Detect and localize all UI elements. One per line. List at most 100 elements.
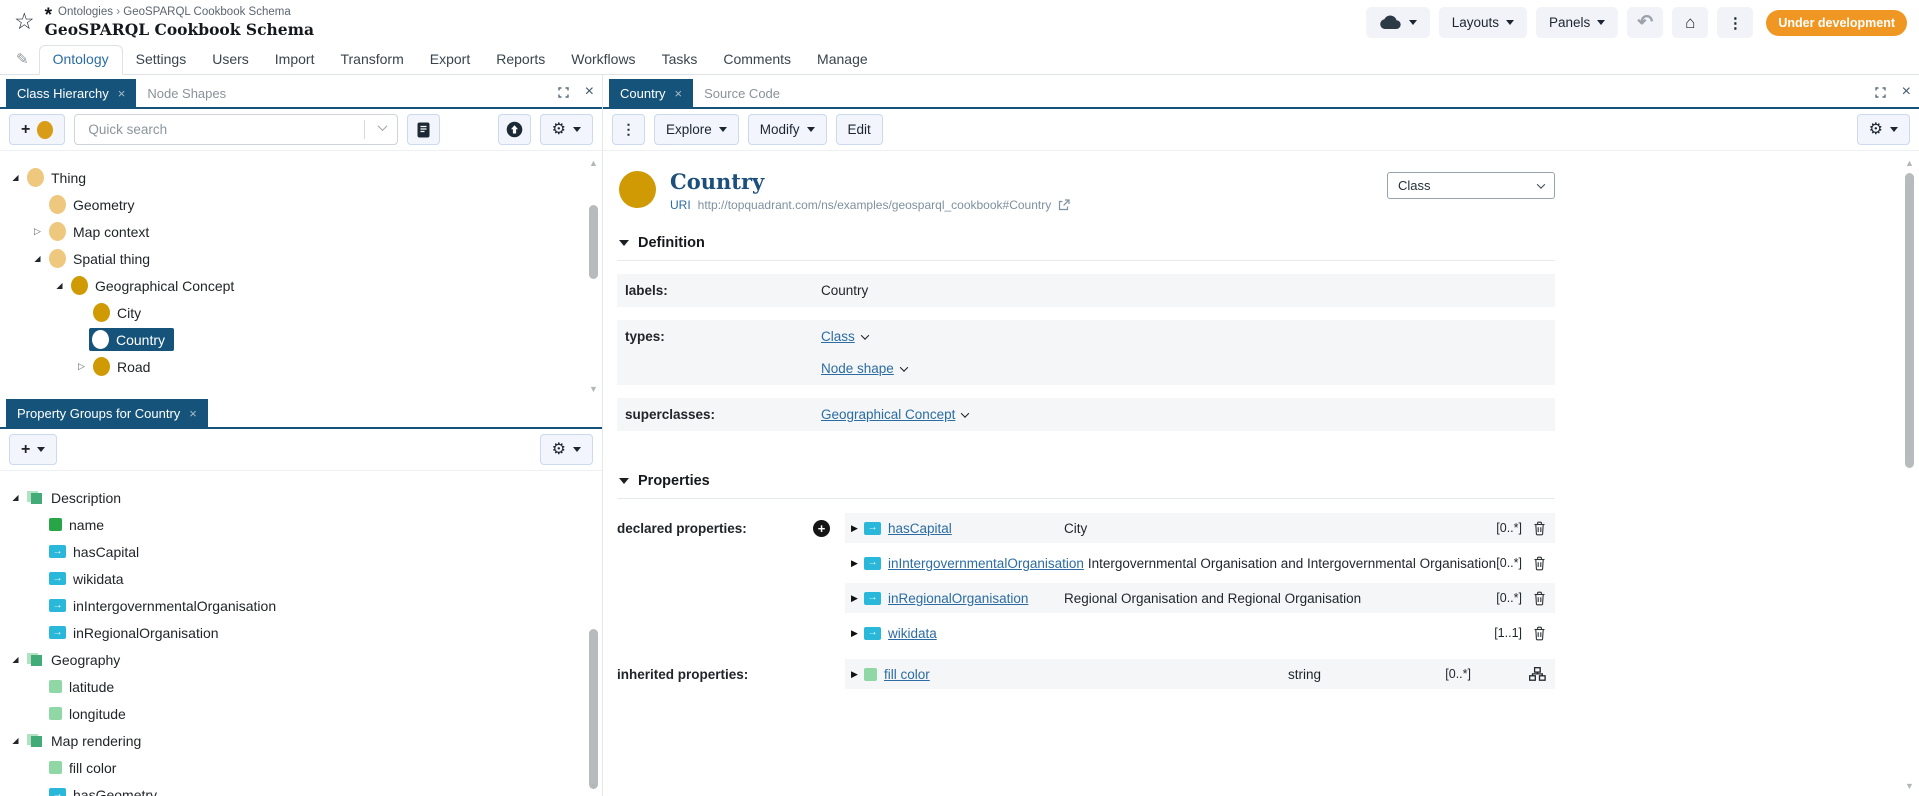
property-group-tree-item-latitude[interactable]: latitude (0, 673, 602, 700)
definition-section-header[interactable]: Definition (617, 227, 1555, 261)
panel-tab-class-hierarchy[interactable]: Class Hierarchy× (6, 79, 136, 107)
scroll-down-icon[interactable]: ▼ (588, 385, 599, 394)
class-panel-settings-button[interactable]: ⚙ (540, 114, 593, 145)
resource-type-select[interactable]: Class (1387, 172, 1555, 199)
expander-open-icon[interactable]: ◢ (8, 656, 23, 664)
property-group-tree-item-longitude[interactable]: longitude (0, 700, 602, 727)
scroll-down-icon[interactable]: ▼ (1904, 782, 1915, 791)
property-group-tree-item-map-rendering[interactable]: ◢Map rendering (0, 727, 602, 754)
property-group-tree-item-wikidata[interactable]: →wikidata (0, 565, 602, 592)
home-button[interactable]: ⌂ (1672, 7, 1708, 38)
form-more-options-button[interactable]: ⋮ (612, 114, 645, 145)
chevron-down-icon[interactable] (961, 409, 969, 417)
close-panel-icon[interactable]: × (585, 84, 594, 100)
cloud-menu-button[interactable] (1366, 7, 1430, 38)
chevron-down-icon[interactable] (900, 363, 908, 371)
scroll-thumb[interactable] (589, 629, 598, 789)
value-link-class[interactable]: Class (821, 329, 855, 344)
property-group-tree-item-inintergovernmentalorganisation[interactable]: →inIntergovernmentalOrganisation (0, 592, 602, 619)
external-link-icon[interactable] (1058, 199, 1070, 211)
property-link-inregionalorganisation[interactable]: inRegionalOrganisation (888, 591, 1028, 606)
property-link-wikidata[interactable]: wikidata (888, 626, 937, 641)
expander-open-icon[interactable]: ◢ (8, 737, 23, 745)
property-group-tree-item-inregionalorganisation[interactable]: →inRegionalOrganisation (0, 619, 602, 646)
favorite-star-icon[interactable]: ☆ (14, 10, 35, 33)
expander-closed-icon[interactable]: ▶ (851, 670, 864, 679)
expander-closed-icon[interactable]: ▶ (851, 594, 864, 603)
expander-closed-icon[interactable]: ▶ (851, 524, 864, 533)
scroll-down-icon[interactable]: ▼ (588, 782, 599, 791)
breadcrumb-item-ontologies[interactable]: Ontologies (58, 6, 113, 18)
panel-tab-property-groups-for-country[interactable]: Property Groups for Country× (6, 399, 208, 427)
class-tree-item-country[interactable]: Country (0, 326, 602, 353)
expander-open-icon[interactable]: ◢ (8, 494, 23, 502)
edit-button[interactable]: Edit (836, 114, 883, 145)
tab-users[interactable]: Users (199, 46, 262, 74)
close-tab-icon[interactable]: × (189, 406, 197, 421)
property-link-inintergovernmentalorganisation[interactable]: inIntergovernmentalOrganisation (888, 556, 1084, 571)
explore-button[interactable]: Explore (654, 114, 739, 145)
form-settings-button[interactable]: ⚙ (1857, 114, 1910, 145)
expander-closed-icon[interactable]: ▶ (851, 629, 864, 638)
expander-open-icon[interactable]: ◢ (52, 282, 67, 290)
delete-property-button[interactable] (1533, 556, 1546, 571)
close-panel-icon[interactable]: × (1902, 84, 1911, 100)
scroll-thumb[interactable] (1905, 173, 1914, 468)
locate-selected-button[interactable] (498, 114, 531, 145)
tab-reports[interactable]: Reports (483, 46, 558, 74)
maximize-icon[interactable] (558, 87, 569, 98)
delete-property-button[interactable] (1533, 521, 1546, 536)
property-group-tree-item-fill-color[interactable]: fill color (0, 754, 602, 781)
value-link-geographical-concept[interactable]: Geographical Concept (821, 407, 955, 422)
scroll-up-icon[interactable]: ▲ (588, 159, 599, 168)
expander-closed-icon[interactable]: ▷ (30, 227, 45, 236)
add-property-group-button[interactable]: + (9, 434, 57, 465)
close-tab-icon[interactable]: × (675, 86, 683, 101)
class-tree-item-geometry[interactable]: Geometry (0, 191, 602, 218)
class-tree-item-road[interactable]: ▷Road (0, 353, 602, 380)
modify-button[interactable]: Modify (748, 114, 827, 145)
panels-button[interactable]: Panels (1536, 7, 1618, 38)
expander-closed-icon[interactable]: ▷ (74, 362, 89, 371)
property-link-hascapital[interactable]: hasCapital (888, 521, 952, 536)
add-declared-property-button[interactable]: + (813, 520, 830, 537)
dictionary-button[interactable] (407, 114, 440, 145)
groups-panel-settings-button[interactable]: ⚙ (540, 434, 593, 465)
property-group-tree-item-description[interactable]: ◢Description (0, 484, 602, 511)
breadcrumb-item-geosparql-cookbook-schema[interactable]: GeoSPARQL Cookbook Schema (123, 6, 290, 18)
property-link-fill-color[interactable]: fill color (884, 667, 930, 682)
delete-property-button[interactable] (1533, 626, 1546, 641)
class-tree-item-map-context[interactable]: ▷Map context (0, 218, 602, 245)
tab-import[interactable]: Import (262, 46, 328, 74)
property-group-tree-item-hasgeometry[interactable]: →hasGeometry (0, 781, 602, 796)
properties-section-header[interactable]: Properties (617, 465, 1555, 499)
expander-open-icon[interactable]: ◢ (8, 174, 23, 182)
tab-ontology[interactable]: Ontology (39, 45, 123, 75)
value-link-node-shape[interactable]: Node shape (821, 361, 894, 376)
tab-manage[interactable]: Manage (804, 46, 881, 74)
panel-tab-node-shapes[interactable]: Node Shapes (136, 79, 237, 107)
tab-comments[interactable]: Comments (710, 46, 804, 74)
delete-property-button[interactable] (1533, 591, 1546, 606)
undo-button[interactable]: ↶ (1627, 7, 1663, 38)
maximize-icon[interactable] (1875, 87, 1886, 98)
property-group-tree-item-name[interactable]: name (0, 511, 602, 538)
scroll-thumb[interactable] (589, 205, 598, 279)
property-group-tree-item-geography[interactable]: ◢Geography (0, 646, 602, 673)
scroll-up-icon[interactable]: ▲ (1904, 159, 1915, 168)
class-tree-item-thing[interactable]: ◢Thing (0, 164, 602, 191)
add-class-button[interactable]: + (9, 114, 65, 145)
diagram-button[interactable] (1529, 667, 1546, 681)
property-group-tree-item-hascapital[interactable]: →hasCapital (0, 538, 602, 565)
tab-workflows[interactable]: Workflows (558, 46, 648, 74)
tab-export[interactable]: Export (417, 46, 483, 74)
panel-tab-country[interactable]: Country× (609, 79, 693, 107)
close-tab-icon[interactable]: × (118, 86, 126, 101)
more-options-button[interactable]: ⋮ (1717, 7, 1753, 38)
tab-transform[interactable]: Transform (327, 46, 416, 74)
tab-tasks[interactable]: Tasks (649, 46, 711, 74)
layouts-button[interactable]: Layouts (1439, 7, 1527, 38)
chevron-down-icon[interactable] (861, 331, 869, 339)
class-tree-item-city[interactable]: City (0, 299, 602, 326)
panel-tab-source-code[interactable]: Source Code (693, 79, 791, 107)
